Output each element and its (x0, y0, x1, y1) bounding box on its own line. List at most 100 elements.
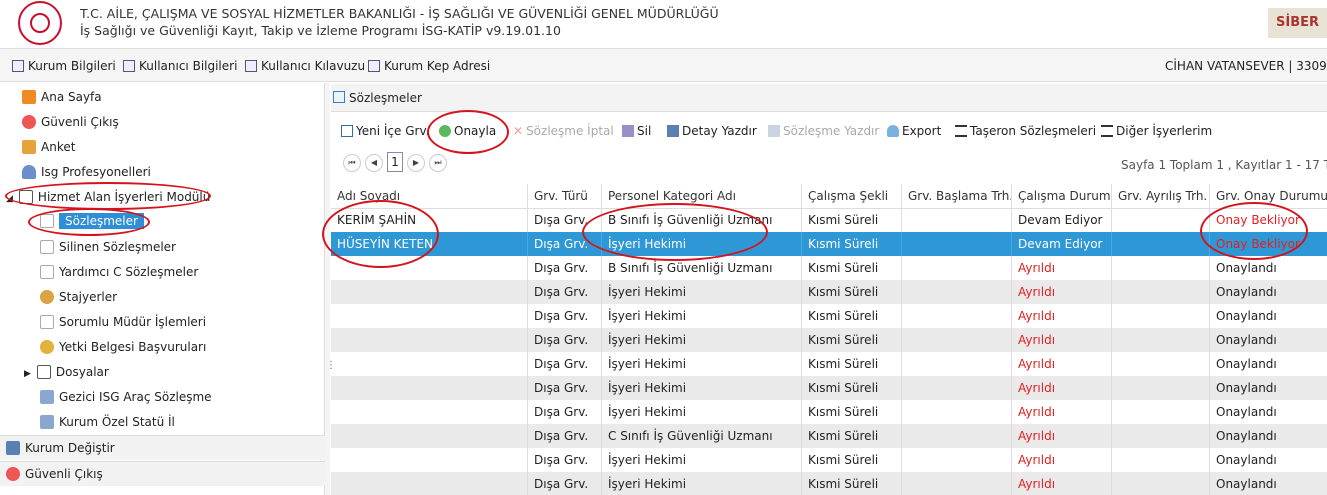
top-menu-bar: Kurum Bilgileri Kullanıcı Bilgileri Kull… (0, 48, 1327, 82)
yeni-ice-grv-button[interactable]: Yeni İçe Grv. (341, 124, 429, 138)
table-cell: Ayrıldı (1011, 448, 1111, 472)
document-icon (40, 315, 54, 329)
student-icon (40, 290, 54, 304)
page-number[interactable]: 1 (387, 152, 403, 172)
sidebar-footer-guvenli-cikis[interactable]: Güvenli Çıkış (0, 461, 325, 486)
table-cell: İşyeri Hekimi (601, 472, 801, 495)
table-cell: Ayrıldı (1011, 424, 1111, 448)
panel-splitter[interactable] (325, 83, 330, 495)
table-cell: Onaylandı (1209, 400, 1327, 424)
table-cell: Kısmi Süreli (801, 376, 901, 400)
contracts-table: Adı Soyadı Grv. Türü Personel Kategori Adı… (331, 184, 1327, 495)
logout-icon (6, 467, 20, 481)
sidebar-item-dosyalar[interactable]: ▶ Dosyalar (24, 365, 109, 379)
sidebar-item-sorumlu-mudur[interactable]: Sorumlu Müdür İşlemleri (40, 315, 206, 329)
sidebar-item-yetki-belgesi[interactable]: Yetki Belgesi Başvuruları (40, 340, 206, 354)
last-page-icon[interactable]: ⏭ (429, 154, 447, 172)
table-row[interactable]: Dışa Grv. İşyeri Hekimi Kısmi Süreli Ayrıld… (331, 472, 1327, 495)
table-cell: İşyeri Hekimi (601, 352, 801, 376)
column-header[interactable]: Personel Kategori Adı (601, 184, 801, 208)
table-cell: İşyeri Hekimi (601, 400, 801, 424)
table-row[interactable]: HÜSEYİN KETEN Dışa Grv. İşyeri Hekimi Kısmi… (331, 232, 1327, 256)
panel-toolbar: Yeni İçe Grv. Onayla ✕ Sözleşme İptal Sil… (331, 118, 1327, 144)
table-cell: Onaylandı (1209, 328, 1327, 352)
table-cell (1111, 208, 1209, 232)
app-header: T.C. AİLE, ÇALIŞMA VE SOSYAL HİZMETLER B… (0, 0, 1327, 45)
page-info: Sayfa 1 Toplam 1 , Kayıtlar 1 - 17 Topla (1121, 158, 1327, 172)
table-cell: Ayrıldı (1011, 472, 1111, 495)
column-header[interactable]: Çalışma Durumu (1011, 184, 1111, 208)
sidebar-item-stajyerler[interactable]: Stajyerler (40, 290, 117, 304)
previous-page-icon[interactable]: ◀ (365, 154, 383, 172)
table-cell: Dışa Grv. (527, 304, 601, 328)
next-page-icon[interactable]: ▶ (407, 154, 425, 172)
kullanici-kilavuzu-link[interactable]: Kullanıcı Kılavuzu (245, 59, 365, 73)
sidebar: Ana Sayfa Güvenli Çıkış Anket Isg Profes… (0, 83, 325, 495)
table-cell (331, 448, 527, 472)
table-cell (901, 376, 1011, 400)
sidebar-item-silinen-sozlesmeler[interactable]: Silinen Sözleşmeler (40, 240, 176, 254)
table-row[interactable]: Dışa Grv. İşyeri Hekimi Kısmi Süreli Ayrıld… (331, 400, 1327, 424)
column-header[interactable]: Grv. Türü (527, 184, 601, 208)
column-header[interactable]: Adı Soyadı (331, 184, 527, 208)
sidebar-item-isg-profesyonelleri[interactable]: Isg Profesyonelleri (22, 165, 151, 179)
sidebar-item-kurum-ozel-statu[interactable]: Kurum Özel Statü İl (40, 415, 175, 429)
kurum-bilgileri-link[interactable]: Kurum Bilgileri (12, 59, 116, 73)
table-cell: Devam Ediyor (1011, 232, 1111, 256)
taseron-sozlesmeleri-button[interactable]: Taşeron Sözleşmeleri (955, 124, 1096, 138)
table-cell: Ayrıldı (1011, 328, 1111, 352)
table-cell: Ayrıldı (1011, 280, 1111, 304)
detay-yazdir-button[interactable]: Detay Yazdır (667, 124, 757, 138)
table-row[interactable]: Dışa Grv. İşyeri Hekimi Kısmi Süreli Ayrıld… (331, 352, 1327, 376)
table-cell: Dışa Grv. (527, 448, 601, 472)
table-cell: Onaylandı (1209, 352, 1327, 376)
table-row[interactable]: KERİM ŞAHİN Dışa Grv. B Sınıfı İş Güvenliğ… (331, 208, 1327, 232)
table-cell: Dışa Grv. (527, 256, 601, 280)
table-cell: Ayrıldı (1011, 352, 1111, 376)
table-cell: Onaylandı (1209, 472, 1327, 495)
sidebar-item-hizmet-alan-isyerleri[interactable]: ◢ Hizmet Alan İşyerleri Modülü (6, 190, 210, 204)
kurum-kep-adresi-link[interactable]: Kurum Kep Adresi (368, 59, 490, 73)
sidebar-item-yardimci-c-sozlesmeler[interactable]: Yardımcı C Sözleşmeler (40, 265, 198, 279)
column-header[interactable]: Grv. Başlama Trh. (901, 184, 1011, 208)
home-icon (22, 90, 36, 104)
table-row[interactable]: Dışa Grv. B Sınıfı İş Güvenliği Uzmanı Kıs… (331, 256, 1327, 280)
sil-button[interactable]: Sil (622, 124, 651, 138)
table-row[interactable]: Dışa Grv. İşyeri Hekimi Kısmi Süreli Ayrıld… (331, 328, 1327, 352)
table-cell (1111, 376, 1209, 400)
sidebar-kurum-degistir[interactable]: Kurum Değiştir (0, 435, 325, 460)
onayla-button[interactable]: Onayla (439, 124, 496, 138)
table-cell: Onaylandı (1209, 304, 1327, 328)
sidebar-item-gezici-isg[interactable]: Gezici ISG Araç Sözleşme (40, 390, 212, 404)
table-cell (1111, 328, 1209, 352)
table-row[interactable]: Dışa Grv. İşyeri Hekimi Kısmi Süreli Ayrıld… (331, 304, 1327, 328)
folder-icon (36, 365, 51, 379)
table-row[interactable]: Dışa Grv. İşyeri Hekimi Kısmi Süreli Ayrıld… (331, 280, 1327, 304)
column-header[interactable]: Grv. Onay Durumu (1209, 184, 1327, 208)
table-cell (901, 472, 1011, 495)
sidebar-item-anket[interactable]: Anket (22, 140, 75, 154)
table-cell: İşyeri Hekimi (601, 232, 801, 256)
table-cell (1111, 304, 1209, 328)
column-header[interactable]: Çalışma Şekli (801, 184, 901, 208)
sidebar-item-ana-sayfa[interactable]: Ana Sayfa (22, 90, 102, 104)
sidebar-item-guvenli-cikis[interactable]: Güvenli Çıkış (22, 115, 119, 129)
table-cell (331, 376, 527, 400)
sozlesme-iptal-button[interactable]: ✕ Sözleşme İptal (513, 124, 614, 138)
first-page-icon[interactable]: ⏮ (343, 154, 361, 172)
table-row[interactable]: Dışa Grv. İşyeri Hekimi Kısmi Süreli Ayrıld… (331, 376, 1327, 400)
table-cell: Dışa Grv. (527, 424, 601, 448)
table-cell (901, 424, 1011, 448)
sidebar-item-sozlesmeler[interactable]: Sözleşmeler (40, 213, 144, 229)
table-row[interactable]: Dışa Grv. C Sınıfı İş Güvenliği Uzmanı Kıs… (331, 424, 1327, 448)
export-icon (887, 125, 899, 137)
sozlesme-yazdir-button[interactable]: Sözleşme Yazdır (768, 124, 879, 138)
table-cell (331, 352, 527, 376)
diger-isyerlerim-button[interactable]: Diğer İşyerlerim (1101, 124, 1212, 138)
table-cell (1111, 256, 1209, 280)
table-row[interactable]: Dışa Grv. İşyeri Hekimi Kısmi Süreli Ayrıld… (331, 448, 1327, 472)
column-header[interactable]: Grv. Ayrılış Trh. (1111, 184, 1209, 208)
export-button[interactable]: Export (887, 124, 941, 138)
table-cell: Kısmi Süreli (801, 448, 901, 472)
kullanici-bilgileri-link[interactable]: Kullanıcı Bilgileri (123, 59, 237, 73)
